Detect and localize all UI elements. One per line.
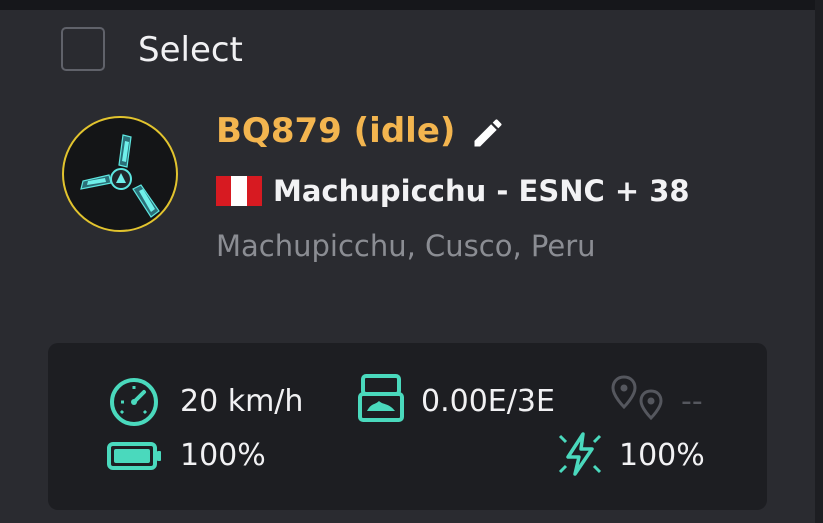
address: Machupicchu, Cusco, Peru [216, 229, 596, 263]
gps-value: -- [681, 384, 703, 419]
battery-icon [107, 442, 161, 470]
robot-title: BQ879 (idle) [216, 111, 456, 151]
location-name: Machupicchu - ESNC + 38 [273, 174, 690, 208]
speedometer-icon [110, 378, 158, 426]
storage-value: 0.00E/3E [421, 384, 555, 419]
peru-flag-icon [216, 176, 262, 206]
speed-value: 20 km/h [180, 384, 304, 419]
charge-value: 100% [619, 438, 705, 473]
gps-pin-icon [611, 375, 663, 421]
robot-avatar [62, 116, 178, 232]
window-top-edge [0, 0, 823, 10]
select-checkbox[interactable] [61, 27, 105, 71]
select-label: Select [138, 30, 243, 70]
battery-value: 100% [180, 438, 266, 473]
charging-bolt-icon [558, 432, 602, 476]
pencil-icon[interactable] [470, 115, 506, 151]
storage-box-icon [358, 374, 404, 422]
scrollbar-track[interactable] [815, 0, 823, 523]
